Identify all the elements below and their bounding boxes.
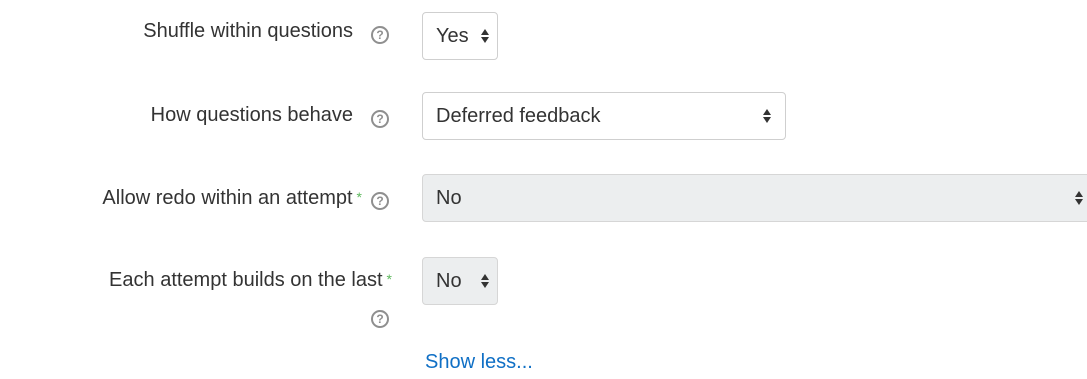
select-arrows-icon bbox=[479, 13, 491, 59]
each-attempt-builds-label: Each attempt builds on the last * bbox=[109, 269, 392, 292]
shuffle-within-questions-label: Shuffle within questions bbox=[143, 20, 353, 43]
builds-help-icon[interactable]: ? bbox=[371, 310, 389, 328]
shuffle-within-questions-select[interactable]: Yes bbox=[422, 12, 498, 60]
allow-redo-label: Allow redo within an attempt * bbox=[102, 187, 362, 210]
required-icon: * bbox=[356, 189, 362, 205]
shuffle-select-value: Yes bbox=[436, 25, 469, 47]
builds-label-text: Each attempt builds on the last bbox=[109, 269, 383, 291]
how-questions-behave-label: How questions behave bbox=[151, 104, 353, 127]
each-attempt-builds-select[interactable]: No bbox=[422, 257, 498, 305]
behaviour-help-icon[interactable]: ? bbox=[371, 110, 389, 128]
select-arrows-icon bbox=[479, 258, 491, 304]
select-arrows-icon bbox=[761, 93, 773, 139]
show-less-link[interactable]: Show less... bbox=[425, 351, 533, 374]
required-icon: * bbox=[386, 271, 392, 287]
how-questions-behave-select[interactable]: Deferred feedback bbox=[422, 92, 786, 140]
redo-help-icon[interactable]: ? bbox=[371, 192, 389, 210]
quiz-settings-form: Shuffle within questions ? Yes How quest… bbox=[0, 0, 1087, 379]
shuffle-label-text: Shuffle within questions bbox=[143, 20, 353, 42]
allow-redo-select[interactable]: No bbox=[422, 174, 1087, 222]
select-arrows-icon bbox=[1073, 175, 1085, 221]
behaviour-select-value: Deferred feedback bbox=[436, 105, 601, 127]
redo-label-text: Allow redo within an attempt bbox=[102, 187, 353, 209]
builds-select-value: No bbox=[436, 270, 462, 292]
behaviour-label-text: How questions behave bbox=[150, 104, 353, 126]
shuffle-help-icon[interactable]: ? bbox=[371, 26, 389, 44]
redo-select-value: No bbox=[436, 187, 462, 209]
